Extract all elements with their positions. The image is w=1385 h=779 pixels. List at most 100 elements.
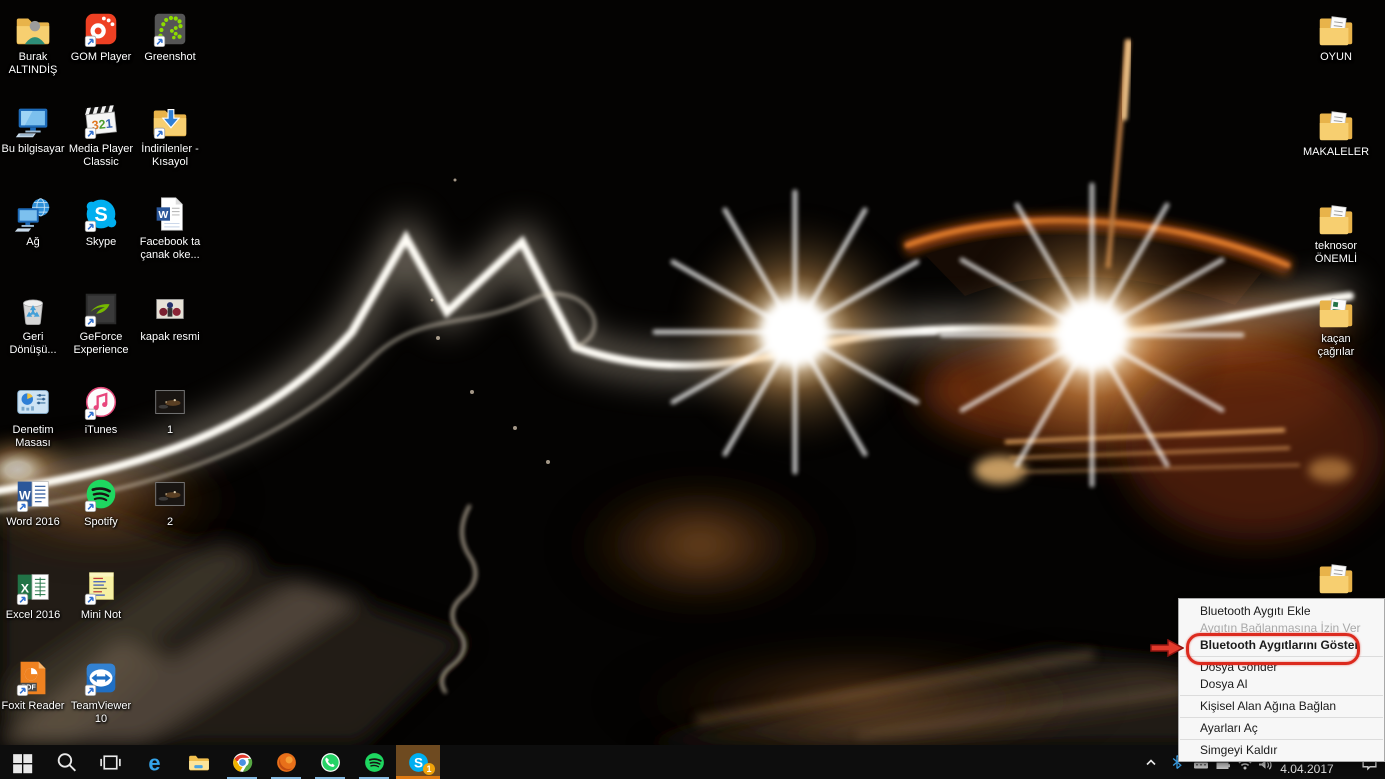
taskbar-skype-app[interactable]: S1 <box>396 745 440 779</box>
desktop-icon-mini-not[interactable]: Mini Not <box>63 566 139 622</box>
context-menu-item-ayarları-aç[interactable]: Ayarları Aç <box>1179 720 1384 737</box>
desktop-icon-kacan-cagrilar[interactable]: kaçan çağrılar <box>1298 290 1374 359</box>
folder-docs-icon <box>1315 556 1357 598</box>
user-folder-icon <box>12 8 54 50</box>
geforce-icon <box>80 288 122 330</box>
desktop-icon-label: teknosor ÖNEMLİ <box>1315 240 1357 266</box>
word-2016-icon: W <box>12 473 54 515</box>
desktop-icon-word-2016[interactable]: WWord 2016 <box>0 473 71 529</box>
desktop-icon-label: GOM Player <box>71 51 132 64</box>
taskbar-edge-app[interactable]: e <box>132 745 176 779</box>
desktop-icon-burak-altindis[interactable]: Burak ALTINDİŞ <box>0 8 71 77</box>
desktop-icon-skype[interactable]: SSkype <box>63 193 139 249</box>
desktop-icon-label: Word 2016 <box>6 516 60 529</box>
folder-docs-icon <box>1315 103 1357 145</box>
context-menu-item-simgeyi-kaldır[interactable]: Simgeyi Kaldır <box>1179 742 1384 759</box>
teamviewer-icon <box>80 657 122 699</box>
desktop-icon-label: kapak resmi <box>140 331 199 344</box>
desktop-icon-bu-bilgisayar[interactable]: Bu bilgisayar <box>0 100 71 156</box>
desktop-icon-indirilenler-kisayol[interactable]: İndirilenler - Kısayol <box>132 100 208 169</box>
context-menu-item-dosya-gönder[interactable]: Dosya Gönder <box>1179 659 1384 676</box>
taskbar-search-button[interactable] <box>44 745 88 779</box>
taskbar-file-explorer-app[interactable] <box>176 745 220 779</box>
desktop-icon-spotify[interactable]: Spotify <box>63 473 139 529</box>
desktop-icon-geforce-experience[interactable]: GeForce Experience <box>63 288 139 357</box>
desktop-icon-greenshot[interactable]: Greenshot <box>132 8 208 64</box>
context-menu-item-kişisel-alan-ağına-bağlan[interactable]: Kişisel Alan Ağına Bağlan <box>1179 698 1384 715</box>
desktop-icon-foto-1[interactable]: 1 <box>132 381 208 437</box>
desktop-icon-partial-folder[interactable] <box>1298 556 1374 598</box>
desktop-icon-label: Mini Not <box>81 609 121 622</box>
context-menu-item-bluetooth-aygıtlarını-göster[interactable]: Bluetooth Aygıtlarını Göster <box>1179 637 1384 654</box>
foxit-icon: PDF <box>12 657 54 699</box>
bluetooth-tray-context-menu: Bluetooth Aygıtı EkleAygıtın Bağlanmasın… <box>1178 598 1385 762</box>
desktop-icon-geri-donusum[interactable]: Geri Dönüşü... <box>0 288 71 357</box>
photo-thumb-icon <box>149 473 191 515</box>
spotify-icon <box>80 473 122 515</box>
desktop-icon-kapak-resmi[interactable]: kapak resmi <box>132 288 208 344</box>
firefox-icon <box>274 750 299 775</box>
taskbar-chrome-app[interactable] <box>220 745 264 779</box>
gom-player-icon <box>80 8 122 50</box>
tray-hidden-icons-chevron-icon[interactable] <box>1140 745 1162 779</box>
desktop-icon-label: İndirilenler - Kısayol <box>141 143 198 169</box>
desktop-icon-label: Burak ALTINDİŞ <box>9 51 58 77</box>
word-doc-icon: W <box>149 193 191 235</box>
network-icon <box>12 193 54 235</box>
greenshot-icon <box>149 8 191 50</box>
menu-separator <box>1180 717 1383 718</box>
desktop-icon-excel-2016[interactable]: XExcel 2016 <box>0 566 71 622</box>
desktop-icon-oyun[interactable]: OYUN <box>1298 8 1374 64</box>
edge-icon: e <box>142 750 167 775</box>
desktop-icon-denetim-masasi[interactable]: Denetim Masası <box>0 381 71 450</box>
recycle-bin-icon <box>12 288 54 330</box>
itunes-icon <box>80 381 122 423</box>
desktop-icon-label: Spotify <box>84 516 118 529</box>
taskbar-app-buttons: e S1 <box>0 745 440 779</box>
desktop-icon-label: kaçan çağrılar <box>1318 333 1355 359</box>
desktop-icon-makaleler[interactable]: MAKALELER <box>1298 103 1374 159</box>
file-explorer-icon <box>186 750 211 775</box>
desktop-icon-itunes[interactable]: iTunes <box>63 381 139 437</box>
svg-text:W: W <box>158 209 168 221</box>
folder-excel-icon <box>1315 290 1357 332</box>
desktop-icon-foxit-reader[interactable]: PDFFoxit Reader <box>0 657 71 713</box>
desktop-icon-label: OYUN <box>1320 51 1352 64</box>
desktop-icon-label: Skype <box>86 236 117 249</box>
desktop-icon-media-player-classic[interactable]: 321Media Player Classic <box>63 100 139 169</box>
taskbar-firefox-app[interactable] <box>264 745 308 779</box>
context-menu-item-aygıtın-bağlanmasına-i-zin-ver: Aygıtın Bağlanmasına İzin Ver <box>1179 620 1384 637</box>
desktop-icon-gom-player[interactable]: GOM Player <box>63 8 139 64</box>
context-menu-item-dosya-al[interactable]: Dosya Al <box>1179 676 1384 693</box>
sticky-note-icon <box>80 566 122 608</box>
desktop-icon-label: Bu bilgisayar <box>2 143 65 156</box>
desktop-icon-label: Excel 2016 <box>6 609 60 622</box>
windows-desktop: Burak ALTINDİŞ GOM PlayerGreenshot Bu bilg… <box>0 0 1385 779</box>
taskbar-spotify-app[interactable] <box>352 745 396 779</box>
desktop-icon-ag[interactable]: Ağ <box>0 193 71 249</box>
desktop-icon-label: GeForce Experience <box>73 331 128 357</box>
context-menu-item-bluetooth-aygıtı-ekle[interactable]: Bluetooth Aygıtı Ekle <box>1179 603 1384 620</box>
whatsapp-icon <box>318 750 343 775</box>
desktop-icon-label: Facebook ta çanak oke... <box>140 236 201 262</box>
desktop-icon-teamviewer-10[interactable]: TeamViewer 10 <box>63 657 139 726</box>
notification-badge: 1 <box>423 763 435 775</box>
desktop-icon-foto-2[interactable]: 2 <box>132 473 208 529</box>
menu-separator <box>1180 695 1383 696</box>
taskbar-whatsapp-app[interactable] <box>308 745 352 779</box>
desktop-icon-label: Media Player Classic <box>69 143 133 169</box>
taskbar-task-view-button[interactable] <box>88 745 132 779</box>
folder-docs-icon <box>1315 8 1357 50</box>
menu-separator <box>1180 739 1383 740</box>
desktop-icon-facebook-dokumani[interactable]: W Facebook ta çanak oke... <box>132 193 208 262</box>
desktop-icon-teknosor-onemli[interactable]: teknosor ÖNEMLİ <box>1298 197 1374 266</box>
photo-thumb-icon <box>149 381 191 423</box>
this-pc-icon <box>12 100 54 142</box>
taskbar-start-button[interactable] <box>0 745 44 779</box>
task-view-icon <box>98 750 123 775</box>
desktop-icon-label: 2 <box>167 516 173 529</box>
chrome-icon <box>230 750 255 775</box>
desktop-icon-label: Foxit Reader <box>2 700 65 713</box>
downloads-folder-icon <box>149 100 191 142</box>
search-icon <box>54 750 79 775</box>
